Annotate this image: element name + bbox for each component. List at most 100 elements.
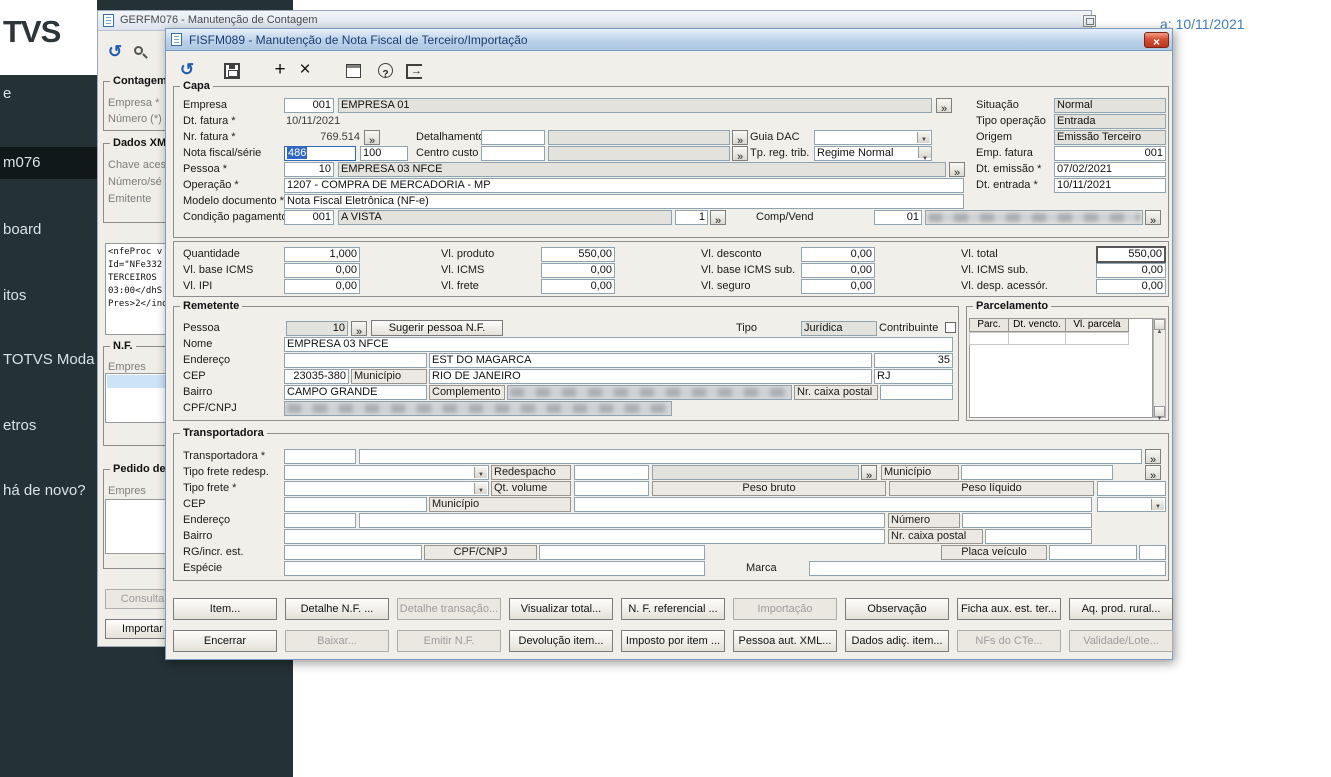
- tp-reg-trib-select[interactable]: Regime Normal: [814, 146, 932, 161]
- rem-numero-field[interactable]: 35: [874, 353, 953, 368]
- tipo-frete-redesp-select[interactable]: [284, 465, 489, 480]
- devolucao-item-button[interactable]: Devolução item...: [509, 630, 613, 652]
- sugerir-pessoa-button[interactable]: Sugerir pessoa N.F.: [371, 320, 503, 336]
- centro-custo-name-field[interactable]: [548, 146, 730, 161]
- transp-caixa-postal-field[interactable]: [985, 529, 1092, 544]
- rg-incr-est-field[interactable]: [284, 545, 422, 560]
- dt-entrada-field[interactable]: 10/11/2021: [1054, 178, 1166, 193]
- transp-municipio2-field[interactable]: [574, 497, 1092, 512]
- rem-bairro-field[interactable]: CAMPO GRANDE: [284, 385, 427, 400]
- centro-custo-code-field[interactable]: [481, 146, 545, 161]
- origem-field[interactable]: Emissão Terceiro: [1054, 130, 1166, 145]
- redespacho-code-field[interactable]: [574, 465, 649, 480]
- dt-emissao-field[interactable]: 07/02/2021: [1054, 162, 1166, 177]
- pessoa-lookup-button[interactable]: [949, 162, 965, 177]
- redacted-field[interactable]: [507, 385, 792, 400]
- sidebar-item-favoritos[interactable]: itos: [3, 287, 26, 307]
- vl-parcela-header[interactable]: Vl. parcela: [1065, 318, 1129, 332]
- vl-seguro-field[interactable]: 0,00: [801, 279, 875, 294]
- pessoa-code-field[interactable]: 10: [284, 162, 334, 177]
- encerrar-button[interactable]: Encerrar: [173, 630, 277, 652]
- vl-frete-field[interactable]: 0,00: [541, 279, 615, 294]
- tipo-frete-select[interactable]: [284, 481, 489, 496]
- transportadora-name-field[interactable]: [359, 449, 1142, 464]
- pessoa-name-field[interactable]: EMPRESA 03 NFCE: [338, 162, 946, 177]
- rem-nome-field[interactable]: EMPRESA 03 NFCE: [284, 337, 953, 352]
- transp-cep-field[interactable]: [284, 497, 427, 512]
- nota-fiscal-field[interactable]: 486: [284, 146, 356, 161]
- parcela-row-cell[interactable]: [1008, 332, 1066, 345]
- exit-icon[interactable]: [406, 64, 422, 79]
- vl-base-icms-sub-field[interactable]: 0,00: [801, 263, 875, 278]
- parcelas-field[interactable]: 1: [675, 210, 708, 225]
- condicao-pagamento-name-field[interactable]: A VISTA: [338, 210, 672, 225]
- sidebar-item-parametros[interactable]: etros: [3, 417, 36, 437]
- detalhamento-name-field[interactable]: [548, 130, 730, 145]
- rem-uf-select[interactable]: RJ: [874, 369, 953, 384]
- condicao-pagamento-lookup-button[interactable]: [710, 210, 726, 225]
- vl-icms-field[interactable]: 0,00: [541, 263, 615, 278]
- transp-cpf-cnpj-field[interactable]: [539, 545, 705, 560]
- sidebar-item-m076[interactable]: m076: [3, 154, 41, 174]
- empresa-lookup-button[interactable]: [936, 98, 952, 113]
- rem-pessoa-lookup-button[interactable]: [351, 321, 367, 336]
- vl-total-field[interactable]: 550,00: [1096, 246, 1166, 263]
- comp-vend-lookup-button[interactable]: [1145, 210, 1161, 225]
- peso-liquido-field[interactable]: [1097, 481, 1166, 496]
- add-icon[interactable]: [271, 61, 289, 79]
- rem-endereco-field[interactable]: EST DO MAGARCA: [429, 353, 872, 368]
- nf-referencial-button[interactable]: N. F. referencial ...: [621, 598, 725, 620]
- quantidade-field[interactable]: 1,000: [284, 247, 360, 262]
- marca-field[interactable]: [809, 561, 1166, 576]
- transp-endereco-field[interactable]: [359, 513, 885, 528]
- emp-fatura-field[interactable]: 001: [1054, 146, 1166, 161]
- rem-tipo-field[interactable]: Jurídica: [801, 321, 877, 336]
- chevron-down-icon[interactable]: [1151, 499, 1164, 510]
- rem-pessoa-code-field[interactable]: 10: [286, 321, 348, 336]
- tipo-operacao-field[interactable]: Entrada: [1054, 114, 1166, 129]
- parcelamento-scrollbar[interactable]: [1153, 318, 1166, 418]
- placa-uf-field[interactable]: [1139, 545, 1166, 560]
- transp-numero-field[interactable]: [962, 513, 1092, 528]
- dt-fatura-field[interactable]: 10/11/2021: [286, 115, 356, 128]
- vl-produto-field[interactable]: 550,00: [541, 247, 615, 262]
- chevron-down-icon[interactable]: [474, 483, 487, 494]
- dt-vencto-header[interactable]: Dt. vencto.: [1008, 318, 1066, 332]
- modelo-documento-select[interactable]: Nota Fiscal Eletrônica (NF-e): [284, 194, 964, 209]
- transp-endereco-tipo-field[interactable]: [284, 513, 356, 528]
- contribuinte-checkbox[interactable]: [945, 322, 956, 333]
- detalhamento-code-field[interactable]: [481, 130, 545, 145]
- detalhe-nf-button[interactable]: Detalhe N.F. ...: [285, 598, 389, 620]
- vl-base-icms-field[interactable]: 0,00: [284, 263, 360, 278]
- qt-volume-field[interactable]: [574, 481, 649, 496]
- chevron-down-icon[interactable]: [917, 132, 930, 143]
- delete-icon[interactable]: [296, 61, 314, 79]
- empresa-name-field[interactable]: EMPRESA 01: [338, 98, 932, 113]
- rem-endereco-tipo-field[interactable]: [284, 353, 427, 368]
- sidebar-item-dashboard[interactable]: board: [3, 221, 41, 241]
- detalhamento-lookup-button[interactable]: [732, 130, 748, 145]
- chevron-down-icon[interactable]: [918, 147, 931, 158]
- vl-desconto-field[interactable]: 0,00: [801, 247, 875, 262]
- transportadora-code-field[interactable]: [284, 449, 356, 464]
- vl-ipi-field[interactable]: 0,00: [284, 279, 360, 294]
- search-icon[interactable]: [132, 44, 150, 62]
- ficha-aux-button[interactable]: Ficha aux. est. ter...: [957, 598, 1061, 620]
- help-icon[interactable]: [378, 63, 393, 78]
- parcela-row-cell[interactable]: [969, 332, 1009, 345]
- rem-cep-field[interactable]: 23035-380: [284, 369, 349, 384]
- parc-header[interactable]: Parc.: [969, 318, 1009, 332]
- close-icon[interactable]: [1144, 32, 1169, 48]
- undo-icon[interactable]: [178, 61, 196, 79]
- rem-municipio-field[interactable]: RIO DE JANEIRO: [429, 369, 872, 384]
- restore-icon[interactable]: [1083, 15, 1096, 27]
- sidebar-item-novidades[interactable]: há de novo?: [3, 482, 86, 502]
- redacted-field[interactable]: [925, 210, 1143, 225]
- nr-fatura-lookup-button[interactable]: [364, 130, 380, 145]
- pessoa-aut-xml-button[interactable]: Pessoa aut. XML...: [733, 630, 837, 652]
- empresa-code-field[interactable]: 001: [284, 98, 334, 113]
- redacted-field[interactable]: [284, 401, 672, 416]
- calendar-icon[interactable]: [346, 64, 361, 78]
- dados-adic-item-button[interactable]: Dados adiç. item...: [845, 630, 949, 652]
- undo-icon[interactable]: [106, 43, 124, 61]
